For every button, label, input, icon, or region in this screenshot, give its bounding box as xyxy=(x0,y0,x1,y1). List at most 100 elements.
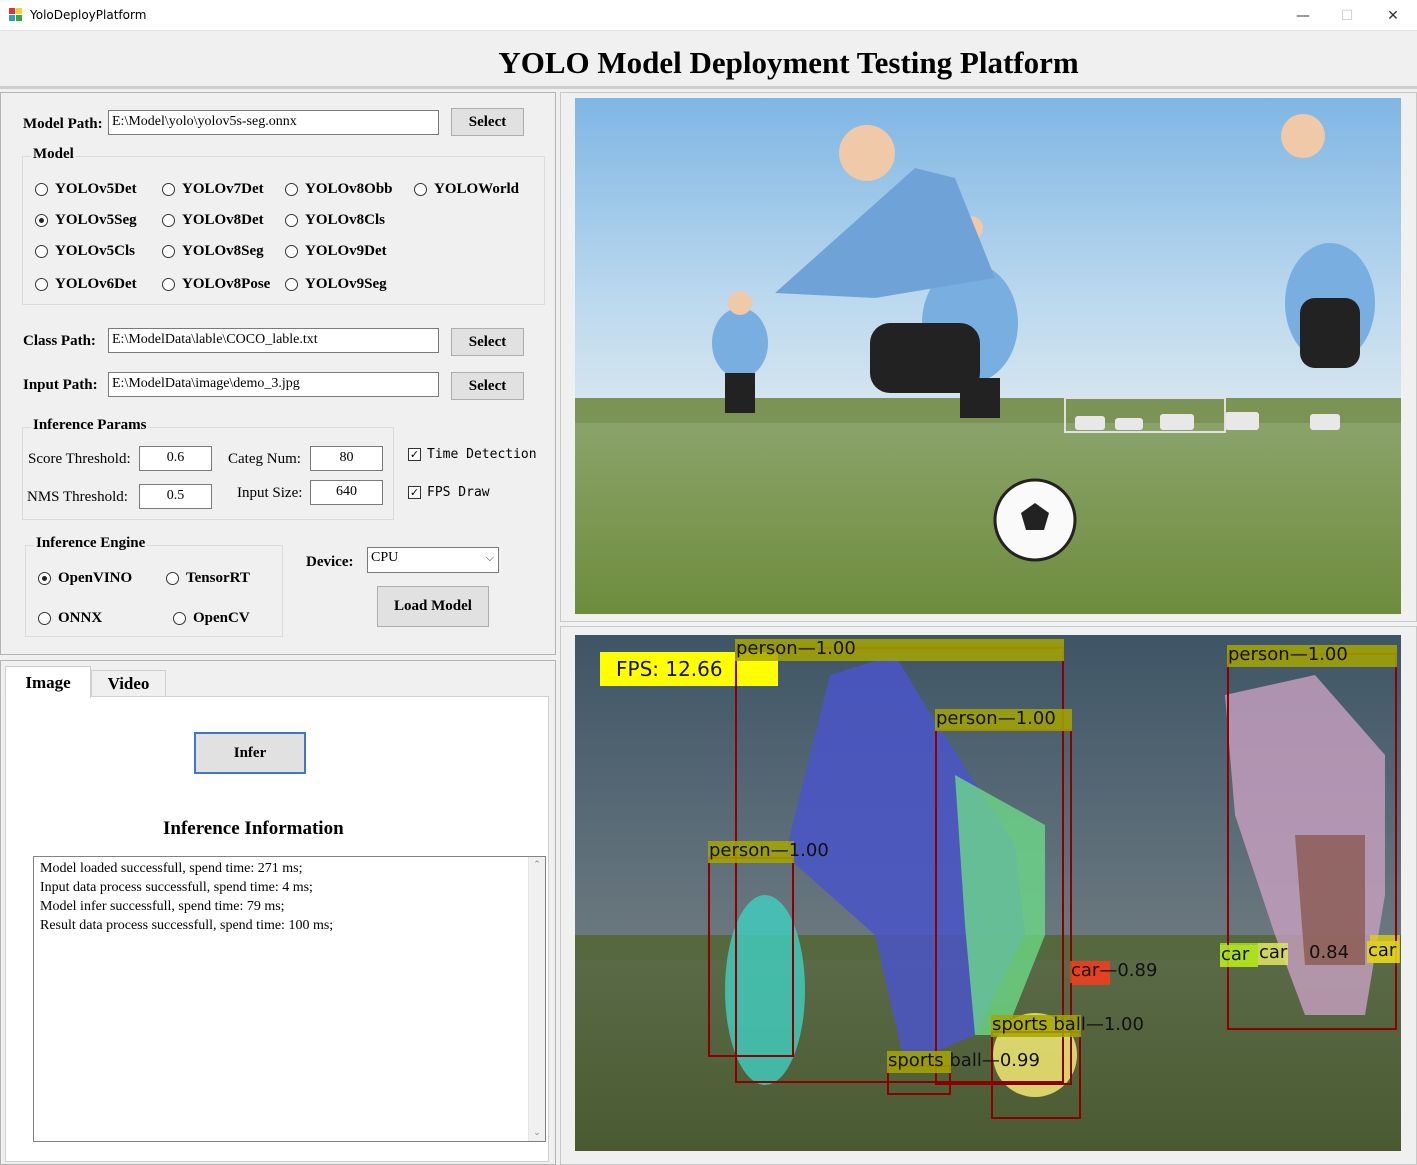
radio-tensorrt[interactable]: TensorRT xyxy=(166,570,250,587)
radio-dot xyxy=(285,183,298,196)
radio-yolov9det[interactable]: YOLOv9Det xyxy=(285,243,387,260)
bbox-label-car: car xyxy=(1367,941,1399,963)
radio-yolov8seg[interactable]: YOLOv8Seg xyxy=(162,243,264,260)
window-titlebar[interactable]: YoloDeployPlatform — ☐ ✕ xyxy=(0,0,1417,31)
result-image: FPS: 12.66 person—1.00 person—1.00 perso… xyxy=(575,635,1401,1151)
categ-num-input[interactable]: 80 xyxy=(310,446,383,471)
device-label: Device: xyxy=(306,554,354,570)
input-size-label: Input Size: xyxy=(237,485,303,501)
device-select[interactable]: CPU ⌵ xyxy=(367,547,499,573)
bbox-label-sports-ball: sports ball—0.99 xyxy=(887,1050,1040,1073)
bbox-label-car: car xyxy=(1258,942,1288,965)
inference-params-group: Inference Params Score Threshold: 0.6 Ca… xyxy=(22,417,394,520)
radio-dot xyxy=(285,278,298,291)
scroll-down-icon: ⌄ xyxy=(533,1128,541,1138)
radio-dot xyxy=(38,612,51,625)
checkmark-icon: ✓ xyxy=(408,448,421,461)
radio-yolov5seg[interactable]: YOLOv5Seg xyxy=(35,212,137,229)
input-path-select-button[interactable]: Select xyxy=(451,372,524,400)
radio-dot xyxy=(285,245,298,258)
input-image xyxy=(575,98,1401,614)
window-title: YoloDeployPlatform xyxy=(30,8,147,22)
input-image-panel xyxy=(560,92,1417,622)
result-image-panel: FPS: 12.66 person—1.00 person—1.00 perso… xyxy=(560,626,1417,1165)
inference-params-title: Inference Params xyxy=(31,417,149,434)
log-line: Input data process successfull, spend ti… xyxy=(40,880,313,895)
radio-yolov5cls[interactable]: YOLOv5Cls xyxy=(35,243,135,260)
radio-dot-selected xyxy=(38,572,51,585)
model-path-select-button[interactable]: Select xyxy=(451,108,524,136)
inference-engine-title: Inference Engine xyxy=(34,535,148,552)
bbox-label-car: car xyxy=(1220,945,1258,967)
nms-threshold-input[interactable]: 0.5 xyxy=(139,484,212,509)
radio-yolov5det[interactable]: YOLOv5Det xyxy=(35,181,137,198)
bbox-label-car: car—0.89 xyxy=(1070,960,1158,983)
score-threshold-input[interactable]: 0.6 xyxy=(139,446,212,471)
inference-panel: Image Video Infer Inference Information … xyxy=(0,660,556,1165)
radio-onnx[interactable]: ONNX xyxy=(38,610,102,627)
infer-button[interactable]: Infer xyxy=(194,732,306,774)
bbox-label-person: person—1.00 xyxy=(1227,645,1397,667)
radio-yolov8det[interactable]: YOLOv8Det xyxy=(162,212,264,229)
settings-panel: Model Path: E:\Model\yolo\yolov5s-seg.on… xyxy=(0,92,556,655)
model-group: Model YOLOv5Det YOLOv7Det YOLOv8Obb YOLO… xyxy=(22,146,545,305)
log-scrollbar[interactable]: ⌃ ⌄ xyxy=(528,857,545,1141)
checkmark-icon: ✓ xyxy=(408,486,421,499)
class-path-input[interactable]: E:\ModelData\lable\COCO_lable.txt xyxy=(108,328,439,353)
radio-openvino[interactable]: OpenVINO xyxy=(38,570,132,587)
inference-info-title: Inference Information xyxy=(163,818,344,839)
close-button[interactable]: ✕ xyxy=(1370,0,1416,31)
categ-num-label: Categ Num: xyxy=(228,451,301,467)
radio-yolov9seg[interactable]: YOLOv9Seg xyxy=(285,276,387,293)
bbox-label-sports-ball: sports ball—1.00 xyxy=(991,1014,1144,1037)
bbox-person xyxy=(1227,653,1397,1030)
radio-dot xyxy=(35,183,48,196)
minimize-button[interactable]: — xyxy=(1280,0,1326,31)
app-header: YOLO Model Deployment Testing Platform xyxy=(0,31,1417,89)
radio-yolov6det[interactable]: YOLOv6Det xyxy=(35,276,137,293)
radio-dot xyxy=(285,214,298,227)
model-path-input[interactable]: E:\Model\yolo\yolov5s-seg.onnx xyxy=(108,110,439,135)
radio-yolov7det[interactable]: YOLOv7Det xyxy=(162,181,264,198)
bbox-label-person: person—1.00 xyxy=(708,840,829,863)
radio-dot xyxy=(162,214,175,227)
radio-dot xyxy=(162,278,175,291)
maximize-button[interactable]: ☐ xyxy=(1324,0,1370,31)
radio-yoloworld[interactable]: YOLOWorld xyxy=(414,181,519,198)
load-model-button[interactable]: Load Model xyxy=(377,586,489,627)
inference-log-textarea[interactable]: Model loaded successfull, spend time: 27… xyxy=(33,856,546,1142)
class-path-select-button[interactable]: Select xyxy=(451,328,524,356)
radio-dot xyxy=(35,278,48,291)
bbox-label-person: person—1.00 xyxy=(735,639,1064,661)
radio-dot xyxy=(162,183,175,196)
log-line: Model infer successfull, spend time: 79 … xyxy=(40,899,285,914)
radio-dot xyxy=(162,245,175,258)
input-path-input[interactable]: E:\ModelData\image\demo_3.jpg xyxy=(108,372,439,397)
radio-dot xyxy=(35,245,48,258)
tab-image[interactable]: Image xyxy=(5,666,91,698)
radio-yolov8cls[interactable]: YOLOv8Cls xyxy=(285,212,385,229)
radio-yolov8pose[interactable]: YOLOv8Pose xyxy=(162,276,270,293)
inference-engine-group: Inference Engine OpenVINO TensorRT ONNX … xyxy=(25,535,283,637)
app-icon xyxy=(9,8,24,22)
fps-draw-checkbox[interactable]: ✓ FPS Draw xyxy=(408,485,490,500)
radio-dot xyxy=(414,183,427,196)
scroll-up-icon: ⌃ xyxy=(533,860,541,870)
log-line: Result data process successfull, spend t… xyxy=(40,918,334,933)
log-line: Model loaded successfull, spend time: 27… xyxy=(40,861,303,876)
bbox-person xyxy=(708,857,794,1057)
input-size-input[interactable]: 640 xyxy=(310,480,383,505)
chevron-down-icon: ⌵ xyxy=(485,551,494,564)
model-group-title: Model xyxy=(31,146,76,163)
bbox-sports-ball xyxy=(991,1031,1081,1119)
score-threshold-label: Score Threshold: xyxy=(28,451,131,467)
tab-video[interactable]: Video xyxy=(91,670,166,697)
radio-dot xyxy=(166,572,179,585)
bbox-label-person: person—1.00 xyxy=(935,709,1072,731)
app-title: YOLO Model Deployment Testing Platform xyxy=(498,45,1079,80)
image-tab-page: Infer Inference Information Model loaded… xyxy=(5,696,549,1162)
radio-yolov8obb[interactable]: YOLOv8Obb xyxy=(285,181,393,198)
time-detection-checkbox[interactable]: ✓ Time Detection xyxy=(408,447,537,462)
radio-opencv[interactable]: OpenCV xyxy=(173,610,250,627)
bbox-label-car-score: 0.84 xyxy=(1309,942,1350,963)
